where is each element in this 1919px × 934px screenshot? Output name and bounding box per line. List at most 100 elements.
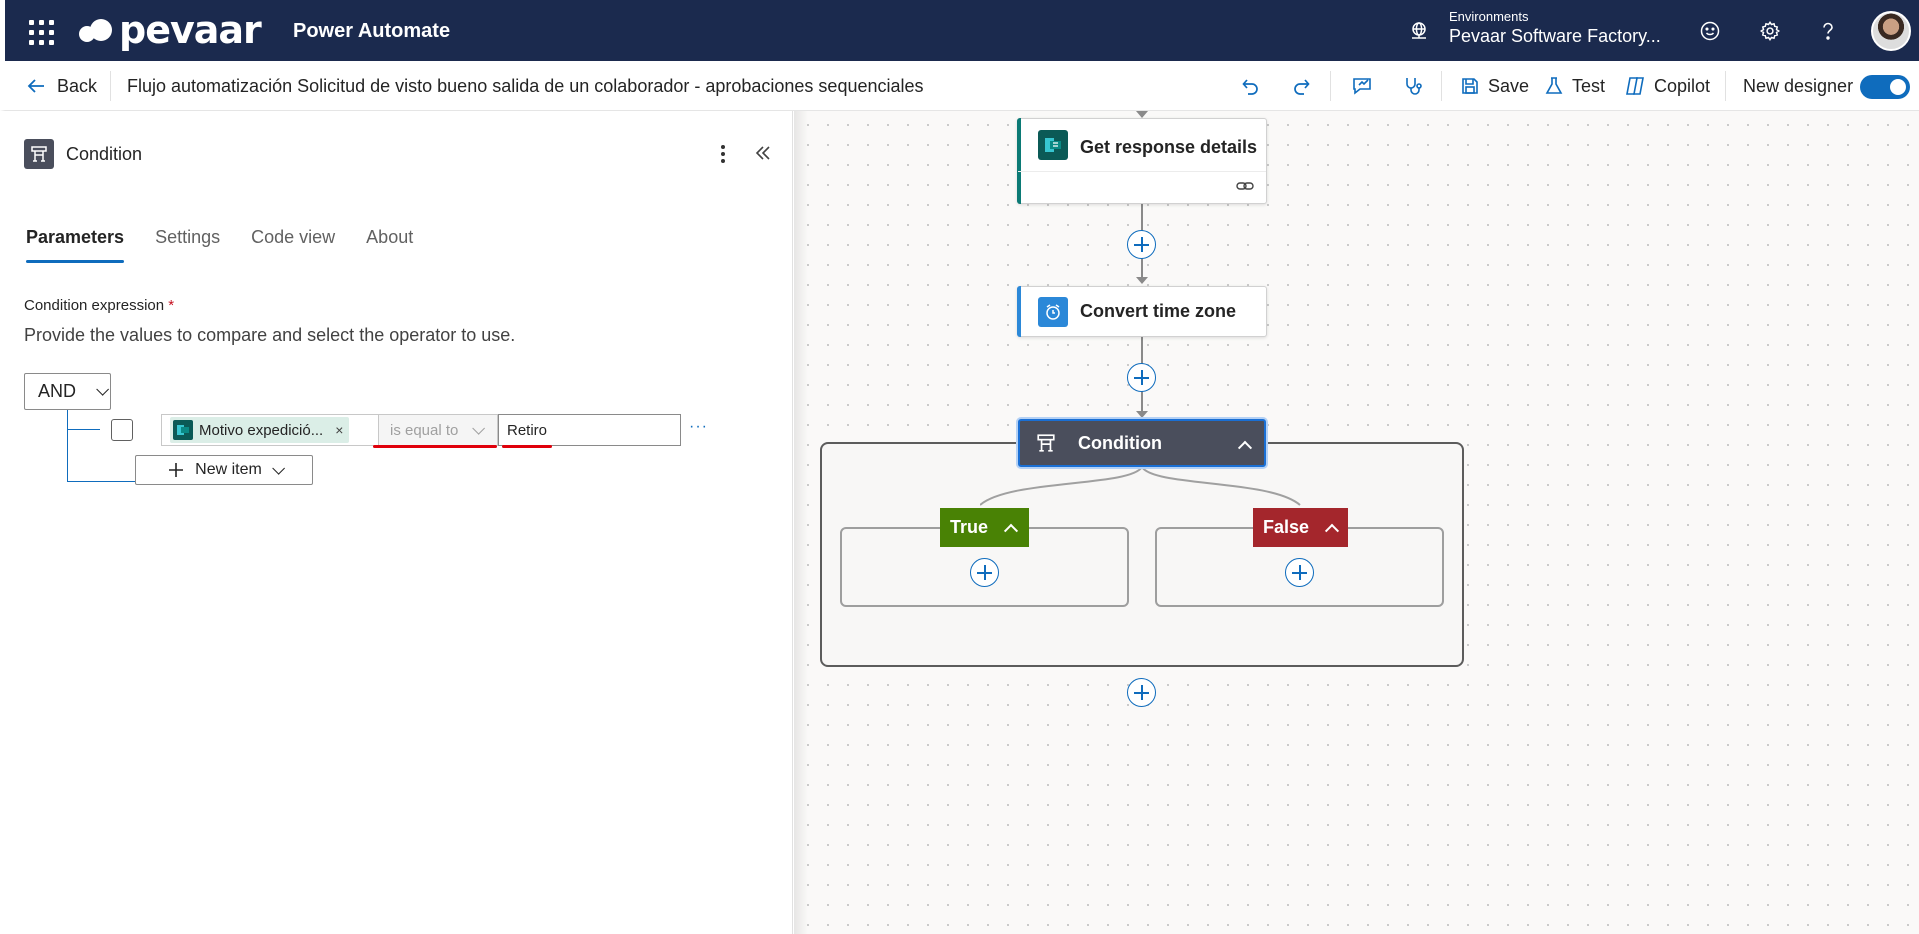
new-designer-toggle[interactable] [1860,75,1910,99]
connector-arrow [1136,111,1148,118]
collapse-chevron-up-icon[interactable] [1237,437,1253,455]
divider [110,71,111,101]
condition-card-title: Condition [1078,433,1162,453]
condition-expression-description: Provide the values to compare and select… [24,325,516,345]
false-branch-label[interactable]: False [1253,508,1348,547]
test-flask-icon [1545,77,1563,94]
chevron-up-icon [1003,523,1019,538]
group-operator-dropdown[interactable]: AND [24,373,111,410]
true-branch-label[interactable]: True [940,508,1029,547]
panel-tabs: Parameters Settings Code view About [26,227,413,263]
action-card-get-response-details[interactable]: Get response details [1017,118,1267,204]
top-header: pevaar Power Automate Environments Pevaa… [0,0,1919,61]
save-label: Save [1488,75,1530,96]
add-step-button[interactable] [1127,678,1156,707]
connector-arrow [1136,411,1148,418]
condition-card[interactable]: Condition [1018,419,1266,467]
field-label-text: Condition expression [24,297,165,314]
brand-logo[interactable]: pevaar [79,8,262,52]
red-underline-annotation [502,445,552,448]
link-icon[interactable] [1236,179,1254,193]
forms-icon [1038,130,1068,160]
environment-globe-icon[interactable] [1408,20,1430,42]
required-mark: * [168,297,175,314]
tree-connector [67,429,100,430]
pevaar-logo-icon [79,17,113,43]
divider [1725,71,1726,101]
back-button[interactable]: Back [25,73,97,99]
stethoscope-icon[interactable] [1400,73,1426,99]
right-operand-field[interactable]: Retiro [498,414,681,446]
divider [1441,71,1442,101]
operator-dropdown[interactable]: is equal to [378,414,498,446]
card-divider [1018,171,1266,172]
copilot-button[interactable]: Copilot [1624,73,1710,99]
chevron-down-icon [272,461,285,475]
test-label: Test [1572,75,1606,96]
chevron-up-icon [1324,523,1340,538]
save-button[interactable]: Save [1460,73,1529,99]
add-step-button[interactable] [1127,230,1156,259]
add-false-step-button[interactable] [1285,558,1314,587]
save-disk-icon [1462,78,1478,94]
row-select-checkbox[interactable] [111,419,133,441]
back-arrow-icon [27,79,44,93]
tab-settings[interactable]: Settings [155,227,220,263]
card-accent [1017,286,1021,337]
divider [1330,71,1331,101]
panel-title: Condition [66,144,143,164]
true-label-text: True [950,517,989,537]
tab-code-view[interactable]: Code view [251,227,335,263]
add-step-button[interactable] [1127,363,1156,392]
condition-details-panel: Condition Parameters Settings Code view … [5,111,793,934]
settings-gear-icon[interactable] [1757,18,1783,44]
copilot-label: Copilot [1654,75,1711,96]
tab-about[interactable]: About [366,227,413,263]
clock-icon [1038,297,1068,327]
new-designer-label: New designer [1743,75,1854,96]
tab-parameters[interactable]: Parameters [26,227,125,263]
tree-connector [67,481,135,482]
condition-icon [1036,433,1058,455]
app-launcher-icon[interactable] [25,16,55,46]
back-label: Back [57,75,98,96]
app-name[interactable]: Power Automate [293,20,450,43]
condition-icon [24,139,54,169]
connector-arrow [1136,277,1148,284]
command-bar: Back Flujo automatización Solicitud de v… [0,61,1919,111]
tree-connector [67,410,68,482]
card-title: Get response details [1080,137,1258,157]
card-accent [1017,118,1021,204]
flow-checker-icon[interactable] [1349,73,1375,99]
token-label: Motivo expedició... [199,421,324,439]
redo-icon[interactable] [1289,73,1315,99]
condition-expression-label: Condition expression * [24,297,174,314]
brand-name: pevaar [119,8,262,52]
help-question-icon[interactable] [1815,18,1841,44]
action-card-convert-time-zone[interactable]: Convert time zone [1017,286,1267,337]
card-title: Convert time zone [1080,301,1237,321]
canvas-edge-shadow [794,111,808,934]
chevron-down-icon [472,421,486,435]
new-item-button[interactable]: New item [135,455,313,485]
operator-value: is equal to [390,421,459,439]
forms-icon [173,420,193,440]
flow-title[interactable]: Flujo automatización Solicitud de visto … [127,76,924,97]
undo-icon[interactable] [1237,73,1263,99]
new-item-label: New item [195,461,262,478]
environments-label: Environments [1449,9,1529,24]
more-options-icon[interactable] [711,141,735,167]
collapse-panel-icon[interactable] [751,141,775,167]
environment-name[interactable]: Pevaar Software Factory... [1449,26,1661,47]
feedback-smiley-icon[interactable] [1697,18,1723,44]
user-avatar[interactable] [1871,11,1911,51]
row-more-options-icon[interactable]: ··· [689,418,708,436]
test-button[interactable]: Test [1544,73,1605,99]
chevron-down-icon [96,383,110,396]
add-true-step-button[interactable] [970,558,999,587]
left-operand-field[interactable]: Motivo expedició... × [161,414,378,446]
dynamic-content-token[interactable]: Motivo expedició... × [170,417,350,443]
add-icon [169,463,184,477]
remove-token-icon[interactable]: × [335,422,343,438]
group-operator-value: AND [38,381,77,401]
